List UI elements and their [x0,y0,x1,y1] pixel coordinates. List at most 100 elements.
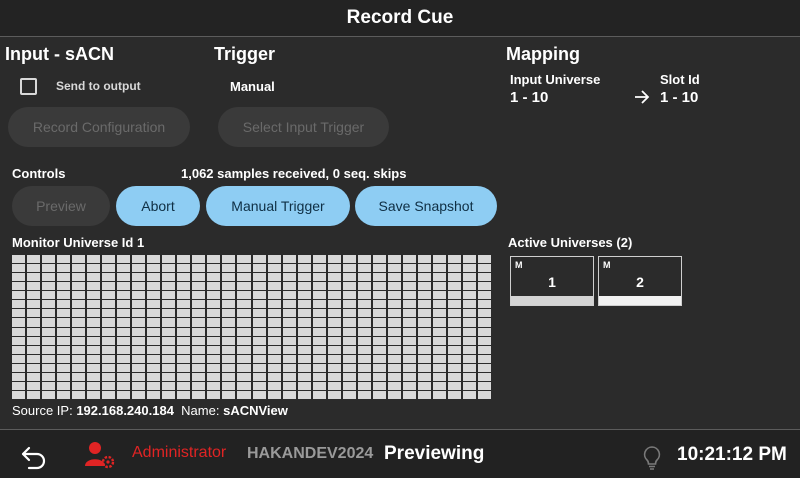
dmx-channel-cell [207,390,221,399]
dmx-channel-cell [252,372,266,381]
dmx-channel-cell [27,381,41,390]
dmx-channel-cell [222,390,236,399]
dmx-channel-cell [237,309,251,318]
dmx-channel-cell [312,363,326,372]
dmx-channel-cell [267,372,281,381]
dmx-channel-cell [132,282,146,291]
dmx-channel-cell [447,363,461,372]
dmx-channel-cell [57,336,71,345]
dmx-channel-cell [117,327,131,336]
dmx-channel-cell [417,372,431,381]
dmx-channel-cell [297,291,311,300]
dmx-channel-cell [87,390,101,399]
dmx-channel-cell [57,345,71,354]
dmx-channel-cell [402,309,416,318]
dmx-channel-cell [147,336,161,345]
undo-icon[interactable] [20,442,48,470]
dmx-channel-cell [282,273,296,282]
dmx-channel-cell [267,354,281,363]
dmx-channel-cell [42,282,56,291]
dmx-channel-cell [42,354,56,363]
dmx-channel-cell [42,372,56,381]
input-universe-value: 1 - 10 [510,89,549,106]
preview-button[interactable]: Preview [12,186,110,226]
dmx-channel-cell [87,363,101,372]
dmx-channel-cell [342,255,356,264]
source-name-label: Name: [181,403,220,418]
universe-tile-2[interactable]: M 2 [598,256,682,306]
source-info: Source IP: 192.168.240.184 Name: sACNVie… [12,403,288,418]
select-input-trigger-button[interactable]: Select Input Trigger [218,107,389,147]
dmx-channel-cell [192,255,206,264]
manual-trigger-button[interactable]: Manual Trigger [206,186,350,226]
dmx-channel-cell [147,372,161,381]
dmx-channel-cell [297,390,311,399]
dmx-channel-cell [342,318,356,327]
user-name[interactable]: Administrator [132,428,226,477]
dmx-channel-cell [387,309,401,318]
dmx-channel-cell [27,318,41,327]
dmx-channel-cell [267,327,281,336]
save-snapshot-button[interactable]: Save Snapshot [355,186,497,226]
dmx-channel-cell [327,273,341,282]
dmx-channel-cell [402,282,416,291]
dmx-channel-cell [162,291,176,300]
dmx-channel-cell [42,381,56,390]
send-to-output-checkbox[interactable] [20,78,37,95]
dmx-channel-cell [192,273,206,282]
dmx-channel-cell [357,264,371,273]
dmx-channel-cell [282,318,296,327]
dmx-channel-cell [192,309,206,318]
dmx-channel-cell [102,390,116,399]
dmx-channel-cell [162,273,176,282]
dmx-channel-cell [132,354,146,363]
dmx-channel-cell [117,255,131,264]
dmx-channel-cell [327,372,341,381]
dmx-channel-grid [12,255,491,399]
record-configuration-button[interactable]: Record Configuration [8,107,190,147]
user-settings-icon[interactable] [84,440,116,470]
abort-button[interactable]: Abort [116,186,200,226]
dmx-channel-cell [402,318,416,327]
dmx-channel-cell [87,372,101,381]
dmx-channel-cell [432,372,446,381]
dmx-channel-cell [177,390,191,399]
dmx-channel-cell [207,300,221,309]
dmx-channel-cell [432,390,446,399]
dmx-channel-cell [222,345,236,354]
dmx-channel-cell [387,318,401,327]
dmx-channel-cell [282,372,296,381]
dmx-channel-cell [462,354,476,363]
dmx-channel-cell [432,354,446,363]
lightbulb-icon[interactable] [642,442,662,470]
dmx-channel-cell [237,327,251,336]
clock: 10:21:12 PM [677,444,787,465]
dmx-channel-cell [147,282,161,291]
dmx-channel-cell [342,372,356,381]
dmx-channel-cell [387,300,401,309]
dmx-channel-cell [72,291,86,300]
dmx-channel-cell [477,354,491,363]
dmx-channel-cell [162,282,176,291]
dmx-channel-cell [327,300,341,309]
dmx-channel-cell [162,390,176,399]
dmx-channel-cell [132,264,146,273]
dmx-channel-cell [12,282,26,291]
dmx-channel-cell [402,354,416,363]
dmx-channel-cell [132,318,146,327]
dmx-channel-cell [162,372,176,381]
dmx-channel-cell [312,327,326,336]
dmx-channel-cell [387,354,401,363]
universe-tile-1[interactable]: M 1 [510,256,594,306]
dmx-channel-cell [372,300,386,309]
dmx-channel-cell [42,309,56,318]
dmx-channel-cell [177,345,191,354]
dmx-channel-cell [147,381,161,390]
dmx-channel-cell [117,291,131,300]
dmx-channel-cell [27,372,41,381]
dmx-channel-cell [402,291,416,300]
monitor-heading: Monitor Universe Id 1 [12,235,145,250]
dmx-channel-cell [162,300,176,309]
dmx-channel-cell [117,381,131,390]
dmx-channel-cell [417,255,431,264]
